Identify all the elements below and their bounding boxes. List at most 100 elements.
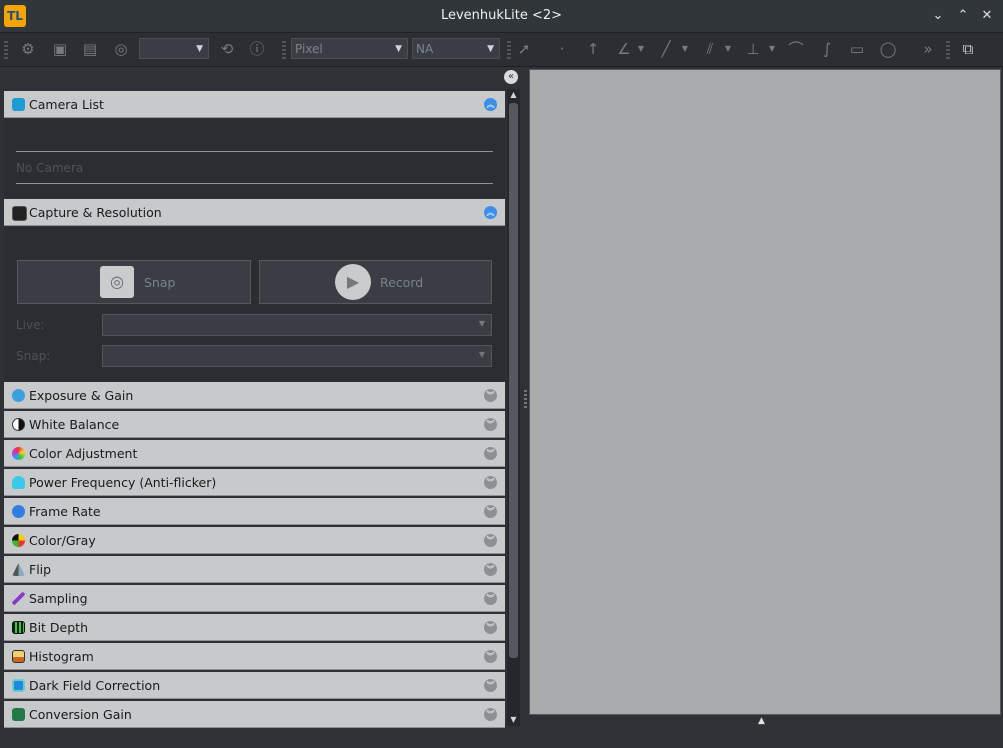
expand-bottom-icon[interactable]: ▲ (758, 716, 765, 726)
capture-body: ◎ Snap ▶ Record Live: ▼ Snap: ▼ (4, 227, 505, 381)
expand-chevron-icon[interactable]: ︾ (484, 389, 497, 402)
sampling-icon (12, 592, 25, 605)
info-icon[interactable]: ⓘ (247, 39, 267, 59)
frame-rate-icon (12, 505, 25, 518)
angle-dropdown-icon[interactable]: ▼ (636, 39, 646, 59)
expand-chevron-icon[interactable]: ︾ (484, 650, 497, 663)
color-gray-icon (12, 534, 25, 547)
line-dropdown-icon[interactable]: ▼ (680, 39, 690, 59)
section-label: Camera List (29, 97, 104, 112)
divider (16, 183, 493, 184)
histogram-icon (12, 650, 25, 663)
section-sampling[interactable]: Sampling ︾ (4, 585, 505, 612)
perpendicular-icon[interactable]: ⊥ (743, 39, 763, 59)
section-frame-rate[interactable]: Frame Rate ︾ (4, 498, 505, 525)
expand-chevron-icon[interactable]: ︾ (484, 679, 497, 692)
scroll-thumb[interactable] (509, 103, 518, 658)
collapse-chevron-icon[interactable]: ︽ (484, 98, 497, 111)
more-icon[interactable]: » (922, 39, 934, 59)
collapse-panel-icon[interactable]: « (504, 70, 518, 84)
maximize-button[interactable]: ⌃ (954, 7, 972, 25)
color-wheel-icon (12, 447, 25, 460)
toolbar-grip-2[interactable] (282, 41, 286, 59)
section-label: Conversion Gain (29, 707, 132, 722)
record-button[interactable]: ▶ Record (259, 260, 492, 304)
section-label: Color Adjustment (29, 446, 138, 461)
collapse-chevron-icon[interactable]: ︽ (484, 206, 497, 219)
bit-depth-icon (12, 621, 25, 634)
expand-chevron-icon[interactable]: ︾ (484, 592, 497, 605)
section-dark-field-correction[interactable]: Dark Field Correction ︾ (4, 672, 505, 699)
angle-icon[interactable]: ∠ (614, 39, 634, 59)
perpendicular-dropdown-icon[interactable]: ▼ (767, 39, 777, 59)
section-exposure-gain[interactable]: Exposure & Gain ︾ (4, 382, 505, 409)
title-bar: TL LevenhukLite <2> ⌄ ⌃ ✕ (0, 0, 1003, 33)
live-resolution-select[interactable]: ▼ (102, 314, 492, 336)
section-label: Exposure & Gain (29, 388, 134, 403)
toolbar-grip-4[interactable] (946, 41, 950, 59)
section-white-balance[interactable]: White Balance ︾ (4, 411, 505, 438)
expand-chevron-icon[interactable]: ︾ (484, 447, 497, 460)
expand-chevron-icon[interactable]: ︾ (484, 563, 497, 576)
unit-select[interactable]: Pixel ▼ (291, 38, 408, 59)
line-icon[interactable]: ╱ (656, 39, 676, 59)
camera-list-body: No Camera (4, 119, 505, 198)
panel-scrollbar[interactable]: ▲ ▼ (507, 89, 520, 726)
record-label: Record (380, 275, 424, 290)
ellipse-icon[interactable]: ◯ (878, 39, 898, 59)
save-icon[interactable]: ▣ (50, 39, 70, 59)
section-bit-depth[interactable]: Bit Depth ︾ (4, 614, 505, 641)
exposure-icon (12, 389, 25, 402)
snap-button[interactable]: ◎ Snap (17, 260, 251, 304)
scroll-down-icon[interactable]: ▼ (507, 714, 520, 726)
section-capture-resolution[interactable]: Capture & Resolution ︽ (4, 199, 505, 226)
toolbar: ⚙ ▣ ▤ ◎ ▼ ⟲ ⓘ Pixel ▼ NA ▼ ➚ · ↑ ∠ ▼ ╱ ▼ ⫽… (0, 33, 1003, 67)
arc-icon[interactable]: ⌒ (786, 39, 806, 59)
snap-icon: ◎ (100, 266, 134, 298)
expand-chevron-icon[interactable]: ︾ (484, 534, 497, 547)
image-view[interactable] (529, 69, 1001, 715)
section-color-adjustment[interactable]: Color Adjustment ︾ (4, 440, 505, 467)
save-as-icon[interactable]: ▤ (80, 39, 100, 59)
window-mode-icon[interactable]: ⧉ (958, 39, 978, 59)
section-flip[interactable]: Flip ︾ (4, 556, 505, 583)
section-power-frequency[interactable]: Power Frequency (Anti-flicker) ︾ (4, 469, 505, 496)
unit-select-value: Pixel (295, 42, 323, 56)
curve-icon[interactable]: ∫ (817, 39, 837, 59)
point-icon[interactable]: · (552, 39, 572, 59)
rotate-left-icon[interactable]: ⟲ (217, 39, 237, 59)
toolbar-grip[interactable] (4, 41, 8, 59)
section-label: White Balance (29, 417, 120, 432)
expand-chevron-icon[interactable]: ︾ (484, 708, 497, 721)
no-camera-text: No Camera (16, 161, 84, 175)
close-button[interactable]: ✕ (978, 7, 996, 25)
rectangle-icon[interactable]: ▭ (847, 39, 867, 59)
snap-resolution-select[interactable]: ▼ (102, 345, 492, 367)
section-camera-list[interactable]: Camera List ︽ (4, 91, 505, 118)
zoom-select[interactable]: ▼ (139, 38, 209, 59)
section-conversion-gain[interactable]: Conversion Gain ︾ (4, 701, 505, 728)
minimize-button[interactable]: ⌄ (929, 7, 947, 25)
panel-splitter[interactable] (524, 390, 527, 408)
arrow-up-icon[interactable]: ↑ (583, 39, 603, 59)
section-histogram[interactable]: Histogram ︾ (4, 643, 505, 670)
parallel-dropdown-icon[interactable]: ▼ (723, 39, 733, 59)
expand-chevron-icon[interactable]: ︾ (484, 418, 497, 431)
select-arrow-icon[interactable]: ➚ (514, 39, 534, 59)
snap-resolution-label: Snap: (16, 349, 51, 363)
expand-chevron-icon[interactable]: ︾ (484, 476, 497, 489)
parallel-icon[interactable]: ⫽ (700, 39, 720, 59)
section-label: Color/Gray (29, 533, 96, 548)
snapshot-icon[interactable]: ◎ (111, 39, 131, 59)
scroll-up-icon[interactable]: ▲ (507, 89, 520, 101)
expand-chevron-icon[interactable]: ︾ (484, 621, 497, 634)
section-label: Histogram (29, 649, 94, 664)
expand-chevron-icon[interactable]: ︾ (484, 505, 497, 518)
section-label: Sampling (29, 591, 88, 606)
auto-exposure-icon[interactable]: ⚙ (18, 39, 38, 59)
section-color-gray[interactable]: Color/Gray ︾ (4, 527, 505, 554)
snap-label: Snap (144, 275, 176, 290)
section-label: Power Frequency (Anti-flicker) (29, 475, 217, 490)
toolbar-grip-3[interactable] (507, 41, 511, 59)
magnification-select[interactable]: NA ▼ (412, 38, 500, 59)
